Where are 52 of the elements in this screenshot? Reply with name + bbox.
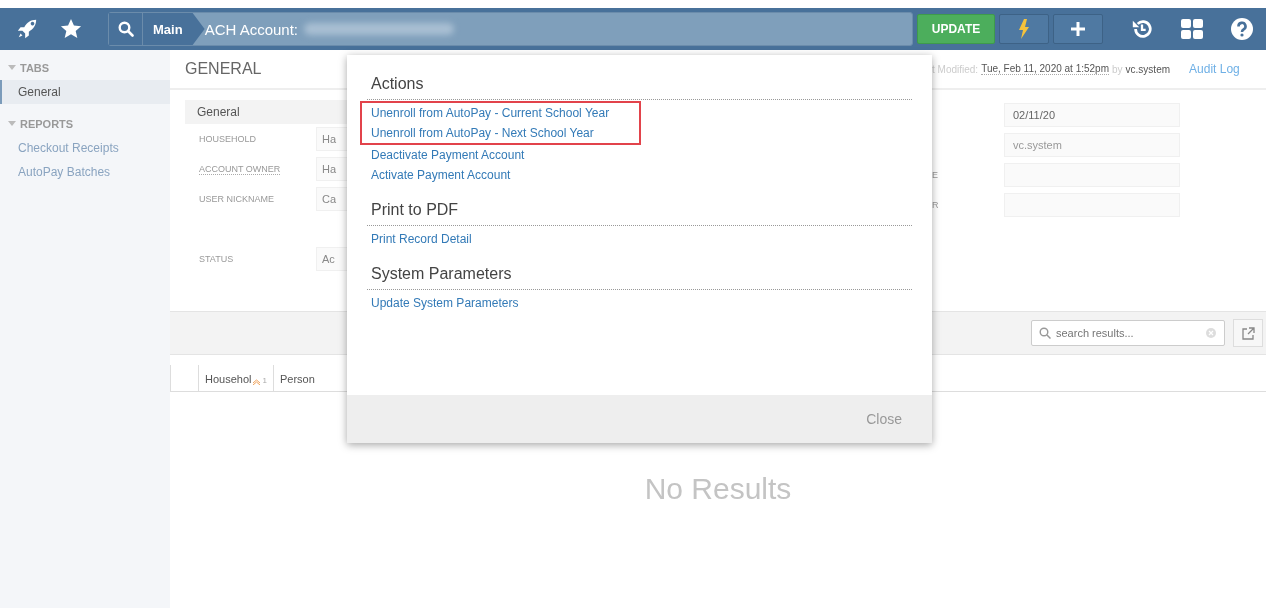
column-header[interactable]: Person [272, 365, 321, 391]
sidebar-item[interactable]: Checkout Receipts [0, 136, 170, 160]
action-link[interactable]: Update System Parameters [367, 293, 523, 313]
field-label: HOUSEHOLD [199, 134, 256, 144]
star-icon[interactable] [60, 18, 82, 40]
bolt-icon [1018, 19, 1030, 39]
field-label: USER NICKNAME [199, 194, 274, 204]
field-label: R [932, 200, 939, 210]
section-heading: REPORTS [20, 118, 74, 130]
record-title: ACH Account: [204, 20, 298, 38]
grid-icon[interactable] [1181, 19, 1203, 39]
update-button[interactable]: UPDATE [917, 14, 995, 44]
modified-date: Tue, Feb 11, 2020 at 1:52pm [981, 63, 1109, 75]
sidebar-item[interactable]: AutoPay Batches [0, 160, 170, 184]
sidebar-item[interactable]: General [0, 80, 170, 104]
column-header[interactable]: Househol 1 [198, 365, 273, 391]
bolt-button[interactable] [999, 14, 1049, 44]
field-label: STATUS [199, 254, 234, 264]
input-field[interactable]: Ha [316, 157, 347, 181]
search-icon [117, 21, 134, 37]
field-label: E [932, 170, 938, 180]
action-link[interactable]: Unenroll from AutoPay - Current School Year [367, 103, 614, 123]
breadcrumb-link[interactable]: Main [143, 13, 205, 45]
input-field[interactable]: Ha [316, 127, 347, 151]
input-field[interactable]: Ac [316, 247, 347, 271]
add-button[interactable] [1053, 14, 1103, 44]
empty-message: No Results [643, 472, 793, 506]
section-heading: System Parameters [367, 265, 912, 290]
action-link[interactable]: Unenroll from AutoPay - Next School Year [367, 123, 598, 143]
action-link[interactable]: Deactivate Payment Account [367, 145, 529, 165]
section-heading: Print to PDF [367, 201, 912, 226]
section-heading: Actions [367, 75, 912, 100]
search-field[interactable]: search results... [1031, 320, 1225, 346]
help-icon[interactable] [1231, 18, 1253, 40]
input-field[interactable]: Ca [316, 187, 347, 211]
audit-log-link[interactable]: Audit Log [1189, 62, 1240, 76]
action-link[interactable]: Print Record Detail [367, 229, 476, 249]
rocket-icon[interactable] [16, 18, 38, 40]
card-header: General [185, 100, 347, 124]
section-heading: TABS [20, 62, 50, 74]
modified-user: vc.system [1125, 63, 1171, 75]
search-button[interactable] [109, 13, 143, 45]
section-title: GENERAL [184, 59, 263, 79]
close-button[interactable]: Close [860, 410, 908, 428]
search-icon [1039, 327, 1051, 339]
field-label: ACCOUNT OWNER [199, 164, 281, 175]
plus-icon [1071, 22, 1085, 36]
action-link[interactable]: Activate Payment Account [367, 165, 515, 185]
input-field[interactable]: 02/11/20 [1004, 103, 1180, 127]
sort-icon [253, 379, 261, 385]
export-icon [1241, 326, 1255, 340]
history-icon[interactable] [1131, 18, 1153, 40]
